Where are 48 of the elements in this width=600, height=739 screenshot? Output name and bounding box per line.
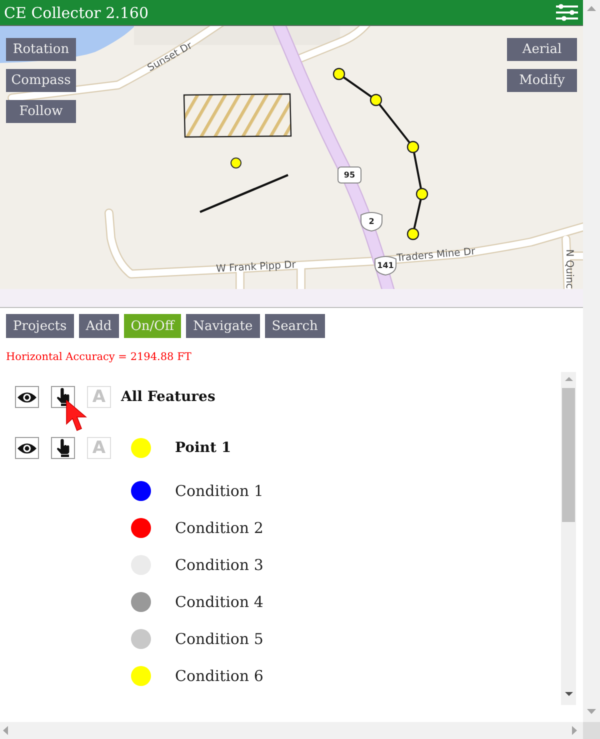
- class-label: Condition 3: [175, 556, 264, 574]
- map-button[interactable]: Compass: [6, 69, 76, 92]
- layer-label[interactable]: Point 1: [175, 440, 232, 456]
- map-button[interactable]: Rotation: [6, 38, 76, 61]
- eye-icon: [17, 442, 37, 454]
- class-label: Condition 1: [175, 482, 264, 500]
- scroll-up-icon[interactable]: [564, 377, 572, 381]
- visibility-toggle[interactable]: [15, 437, 39, 459]
- list-scrollbar[interactable]: [561, 372, 576, 705]
- accuracy-text: Horizontal Accuracy = 2194.88 FT: [6, 350, 192, 364]
- map-button[interactable]: Aerial: [507, 38, 577, 61]
- scroll-right-icon[interactable]: [572, 726, 577, 735]
- map-point: [416, 188, 428, 200]
- settings-icon[interactable]: [556, 4, 578, 21]
- select-toggle[interactable]: [51, 386, 75, 408]
- map-point: [370, 94, 382, 106]
- class-label: Condition 6: [175, 666, 264, 684]
- toolbar-tab[interactable]: Navigate: [186, 314, 260, 338]
- toolbar-tab[interactable]: Projects: [6, 314, 74, 338]
- page-scrollbar[interactable]: [583, 0, 600, 722]
- class-label: Condition 2: [175, 518, 264, 536]
- toolbar-tab[interactable]: Search: [264, 314, 325, 338]
- class-label: Condition 5: [175, 630, 264, 648]
- page-scrollbar[interactable]: [0, 722, 583, 739]
- scroll-down-icon[interactable]: [564, 692, 572, 696]
- scrollbar-corner: [583, 722, 600, 739]
- visibility-toggle[interactable]: [15, 386, 39, 408]
- pointing-hand-icon: [56, 439, 70, 457]
- eye-icon: [17, 390, 37, 404]
- map-button[interactable]: Modify: [507, 69, 577, 92]
- scrollbar-thumb[interactable]: [562, 388, 575, 522]
- select-toggle[interactable]: [51, 437, 75, 459]
- toolbar-tab[interactable]: Add: [78, 314, 119, 338]
- road-label: W Frank Pipp Dr: [216, 260, 296, 275]
- mouse-pointer-icon: [66, 400, 87, 432]
- route-shield: 95: [338, 166, 362, 184]
- map-point: [332, 68, 346, 80]
- road-label: N Quinc: [563, 249, 574, 289]
- scroll-left-icon[interactable]: [3, 726, 8, 735]
- pointing-hand-icon: [56, 388, 70, 406]
- class-label: Condition 4: [175, 592, 264, 610]
- map-button[interactable]: Follow: [6, 100, 76, 123]
- road-label: Traders Mine Dr: [396, 246, 476, 264]
- layer-group-label: All Features: [121, 389, 216, 405]
- app-title: CE Collector 2.160: [4, 4, 149, 22]
- scroll-up-icon[interactable]: [587, 6, 596, 11]
- map-point: [406, 228, 420, 240]
- map-point: [406, 140, 420, 154]
